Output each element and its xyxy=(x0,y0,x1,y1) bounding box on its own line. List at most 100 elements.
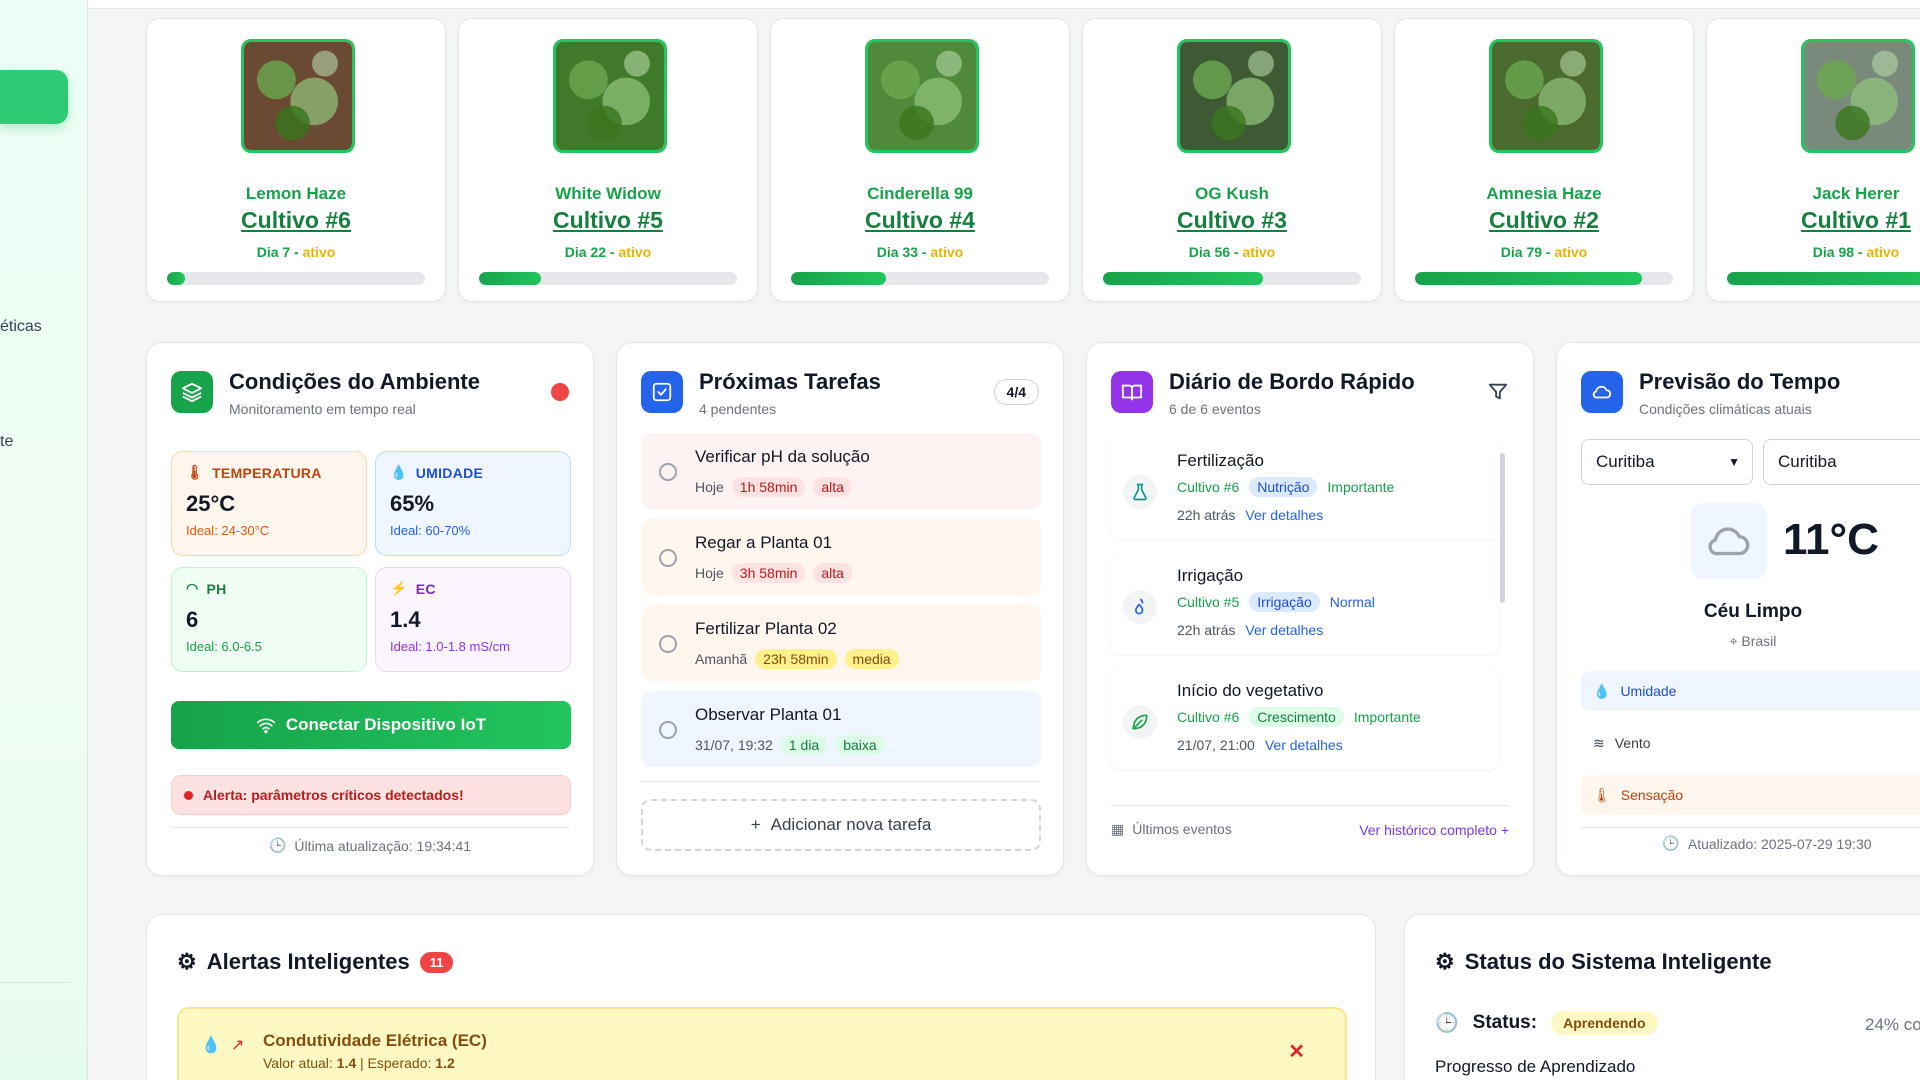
divider xyxy=(1581,827,1920,828)
task-checkbox[interactable] xyxy=(659,549,677,567)
panel-title: Condições do Ambiente xyxy=(229,369,480,394)
cultivo-link[interactable]: Cultivo #3 xyxy=(1083,207,1381,234)
task-item[interactable]: Verificar pH da solução Hoje 1h 58min alta xyxy=(641,433,1041,509)
task-priority: alta xyxy=(813,563,852,583)
day-text: Dia 56 - xyxy=(1188,244,1243,260)
log-event[interactable]: Irrigação Cultivo #5 Irrigação Normal 22h at… xyxy=(1111,554,1499,654)
droplet-icon: 💧 xyxy=(390,464,408,480)
value-prefix: Valor atual: xyxy=(263,1055,337,1071)
cultivo-card[interactable]: White Widow Cultivo #5 Dia 22 - ativo xyxy=(458,18,758,302)
expected-value: 1.2 xyxy=(435,1055,455,1071)
cultivo-card[interactable]: Jack Herer Cultivo #1 Dia 98 - ativo xyxy=(1706,18,1920,302)
metric-ideal: Ideal: 60-70% xyxy=(390,523,471,538)
plant-photo[interactable] xyxy=(865,39,979,153)
cultivo-link[interactable]: Cultivo #5 xyxy=(459,207,757,234)
log-event[interactable]: Início do vegetativo Cultivo #6 Cresciment… xyxy=(1111,669,1499,769)
plant-photo[interactable] xyxy=(553,39,667,153)
status-text: ativo xyxy=(930,244,964,260)
task-checkbox[interactable] xyxy=(659,635,677,653)
plant-photo[interactable] xyxy=(1801,39,1915,153)
add-task-button[interactable]: + Adicionar nova tarefa xyxy=(641,799,1041,851)
clock-icon: 🕒 xyxy=(1435,1013,1459,1034)
metric-ideal: Ideal: 6.0-6.5 xyxy=(186,639,262,654)
cultivo-link[interactable]: Cultivo #1 xyxy=(1707,207,1920,234)
metric-value: 1.4 xyxy=(390,607,421,632)
connect-iot-button[interactable]: Conectar Dispositivo IoT xyxy=(171,701,571,749)
cultivo-card[interactable]: Lemon Haze Cultivo #6 Dia 7 - ativo xyxy=(146,18,446,302)
metric-temperature: 🌡 TEMPERATURA 25°C Ideal: 24-30°C xyxy=(171,451,367,556)
plant-photo[interactable] xyxy=(241,39,355,153)
event-title: Início do vegetativo xyxy=(1177,681,1324,700)
progress-fill xyxy=(1103,272,1263,285)
log-event[interactable]: Fertilização Cultivo #6 Nutrição Importante… xyxy=(1111,439,1499,539)
filter-icon[interactable] xyxy=(1487,381,1509,403)
alert-text: Alerta: parâmetros críticos detectados! xyxy=(203,787,464,803)
task-priority: baixa xyxy=(835,735,885,755)
close-icon[interactable]: ✕ xyxy=(1288,1039,1305,1064)
full-history-link[interactable]: Ver histórico completo + xyxy=(1359,822,1509,838)
day-text: Dia 33 - xyxy=(876,244,931,260)
cultivo-link[interactable]: Cultivo #2 xyxy=(1395,207,1693,234)
row-label: Umidade xyxy=(1620,683,1677,699)
cloud-icon xyxy=(1581,371,1623,413)
event-importance: Importante xyxy=(1327,479,1395,495)
cultivo-day: Dia 98 - ativo xyxy=(1707,244,1920,260)
city-select[interactable]: Curitiba ▼ xyxy=(1581,439,1753,485)
details-link[interactable]: Ver detalhes xyxy=(1245,622,1323,638)
humidity-row: 💧 Umidade xyxy=(1581,671,1920,711)
status-text: ativo xyxy=(1866,244,1900,260)
details-link[interactable]: Ver detalhes xyxy=(1245,507,1323,523)
status-text: ativo xyxy=(302,244,336,260)
status-indicator xyxy=(551,383,569,401)
weather-update: 🕒 Atualizado: 2025-07-29 19:30 xyxy=(1557,835,1920,852)
panel-title: Previsão do Tempo xyxy=(1639,369,1841,394)
sidebar: éticas te xyxy=(0,0,88,1080)
droplets-icon: 💧 xyxy=(201,1037,221,1054)
plant-photo[interactable] xyxy=(1489,39,1603,153)
event-tags: Cultivo #6 Nutrição Importante xyxy=(1177,477,1394,497)
cultivo-link[interactable]: Cultivo #4 xyxy=(771,207,1069,234)
event-tags: Cultivo #5 Irrigação Normal xyxy=(1177,592,1375,612)
task-item[interactable]: Regar a Planta 01 Hoje 3h 58min alta xyxy=(641,519,1041,595)
alert-title: Condutividade Elétrica (EC) xyxy=(263,1031,487,1050)
sidebar-active-item[interactable] xyxy=(0,70,68,124)
calendar-icon: ▦ xyxy=(1111,821,1125,837)
task-meta: Hoje 1h 58min alta xyxy=(695,477,852,497)
status-row: 🕒 Status: Aprendendo xyxy=(1435,1011,1658,1035)
panel-subtitle: 4 pendentes xyxy=(699,401,777,417)
task-count-badge: 4/4 xyxy=(993,379,1039,405)
status-text: ativo xyxy=(618,244,652,260)
cultivo-day: Dia 22 - ativo xyxy=(459,244,757,260)
divider xyxy=(171,827,569,828)
task-checkbox[interactable] xyxy=(659,721,677,739)
details-link[interactable]: Ver detalhes xyxy=(1265,737,1343,753)
cultivo-card[interactable]: OG Kush Cultivo #3 Dia 56 - ativo xyxy=(1082,18,1382,302)
critical-alert: Alerta: parâmetros críticos detectados! xyxy=(171,775,571,815)
task-item[interactable]: Fertilizar Planta 02 Amanhã 23h 58min media xyxy=(641,605,1041,681)
section-title: Alertas Inteligentes xyxy=(206,949,410,974)
metric-ideal: Ideal: 1.0-1.8 mS/cm xyxy=(390,639,510,654)
city-input[interactable]: Curitiba xyxy=(1763,439,1920,485)
task-item[interactable]: Observar Planta 01 31/07, 19:32 1 dia baixa xyxy=(641,691,1041,767)
strain-name: Amnesia Haze xyxy=(1486,184,1602,203)
scrollbar[interactable] xyxy=(1500,453,1505,603)
status-text: ativo xyxy=(1554,244,1588,260)
cultivo-card[interactable]: Cinderella 99 Cultivo #4 Dia 33 - ativo xyxy=(770,18,1070,302)
metric-label: TEMPERATURA xyxy=(212,464,322,481)
event-time-row: 22h atrás Ver detalhes xyxy=(1177,507,1323,523)
event-cultivo: Cultivo #6 xyxy=(1177,479,1240,495)
cultivo-link[interactable]: Cultivo #6 xyxy=(147,207,445,234)
wind-icon: ≋ xyxy=(1593,734,1605,751)
update-text: Atualizado: 2025-07-29 19:30 xyxy=(1687,835,1872,852)
weather-panel: Previsão do Tempo Condições climáticas a… xyxy=(1556,342,1920,876)
cultivo-card[interactable]: Amnesia Haze Cultivo #2 Dia 79 - ativo xyxy=(1394,18,1694,302)
plant-photo[interactable] xyxy=(1177,39,1291,153)
progress-fill xyxy=(791,272,887,285)
panel-subtitle: 6 de 6 eventos xyxy=(1169,401,1261,417)
task-checkbox[interactable] xyxy=(659,463,677,481)
growth-progress xyxy=(479,272,737,285)
plus-icon: + xyxy=(1500,821,1509,838)
sidebar-item-label[interactable]: éticas xyxy=(0,318,42,336)
temperature-value: 11°C xyxy=(1783,515,1879,564)
sidebar-item-label[interactable]: te xyxy=(0,433,13,451)
